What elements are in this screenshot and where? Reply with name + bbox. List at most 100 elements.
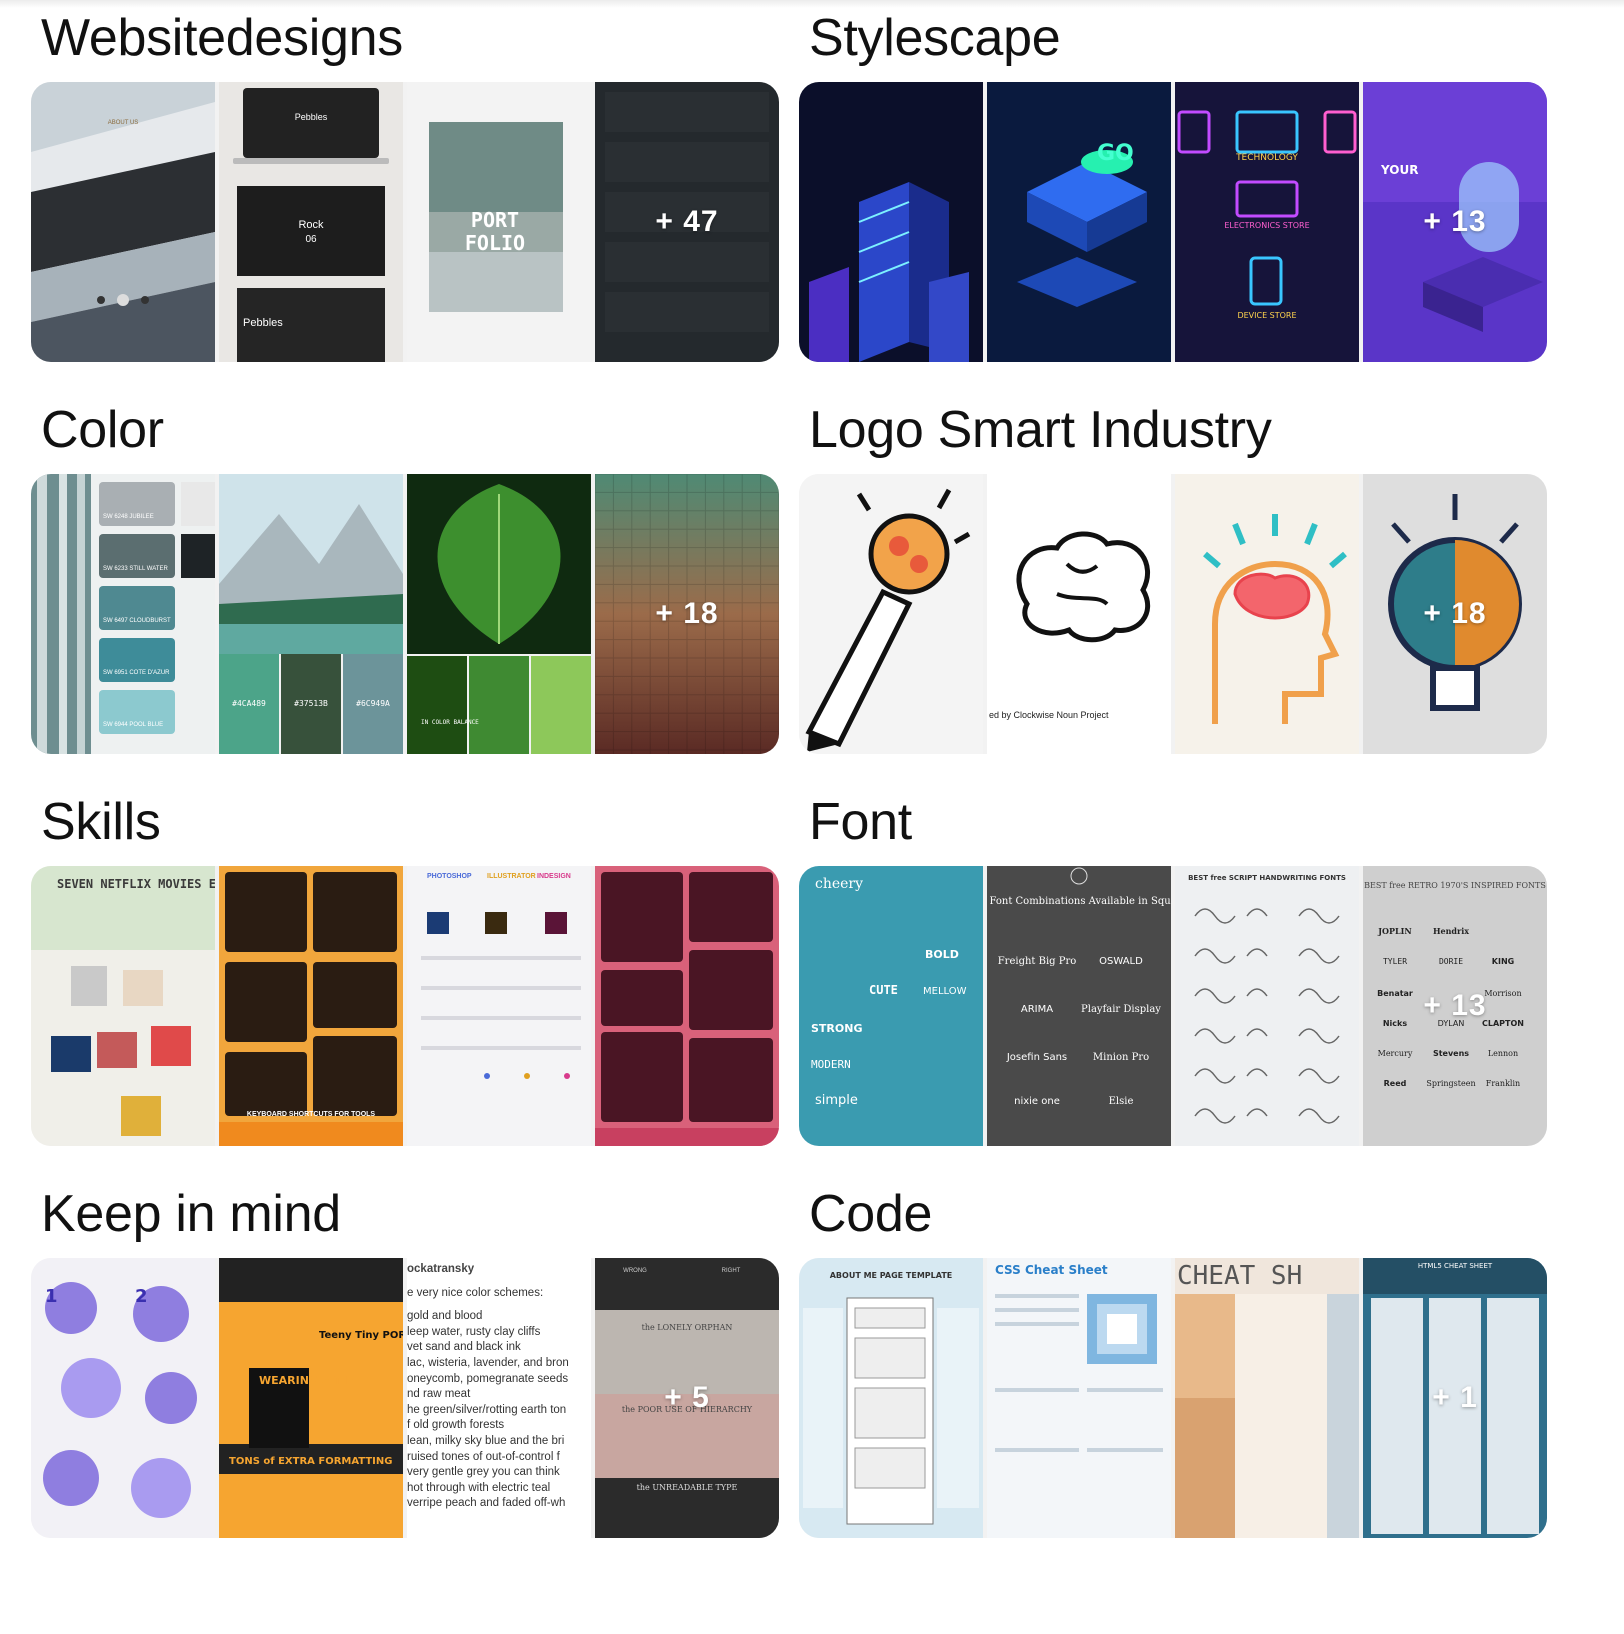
pin-thumbnail: KEYBOARD SHORTCUTS FOR TOOLS	[219, 866, 403, 1146]
pin-thumbnail: BEST free SCRIPT HANDWRITING FONTS	[1175, 866, 1359, 1146]
board-preview[interactable]: cheery BOLD CUTE MELLOW STRONG MODERN si…	[799, 866, 1547, 1146]
svg-text:SW 6248 JUBILEE: SW 6248 JUBILEE	[103, 514, 154, 520]
pin-thumbnail: ABOUT US	[31, 82, 215, 362]
pin-thumbnail: #4CA489 #37513B #6C949A	[219, 474, 403, 754]
board-title: Code	[809, 1185, 933, 1243]
svg-text:06: 06	[305, 234, 317, 245]
pin-thumbnail: CHEAT SH	[1175, 1258, 1359, 1538]
svg-text:WEARING A TIE: WEARING A TIE	[259, 1374, 353, 1387]
svg-text:Josefin Sans: Josefin Sans	[1006, 1052, 1067, 1063]
pin-thumbnail: CSS Cheat Sheet	[987, 1258, 1171, 1538]
board-title: Font	[809, 793, 912, 851]
svg-text:Teeny Tiny PORTFOLIO BOOKLETS!: Teeny Tiny PORTFOLIO BOOKLETS!	[319, 1330, 403, 1341]
pin-thumbnail: GO	[987, 82, 1171, 362]
svg-text:cheery: cheery	[815, 876, 863, 892]
pin-thumbnail: 1 2	[31, 1258, 215, 1538]
pin-thumbnail: Pebbles Rock 06 Pebbles	[219, 82, 403, 362]
pin-thumbnail	[799, 82, 983, 362]
svg-text:ILLUSTRATOR: ILLUSTRATOR	[487, 873, 536, 880]
svg-text:TECHNOLOGY: TECHNOLOGY	[1235, 153, 1298, 163]
board-card[interactable]: Websitedesigns ABOUT US Pebbles Rock 06 …	[31, 0, 779, 380]
svg-text:SEVEN NETFLIX MOVIES EVERY DES: SEVEN NETFLIX MOVIES EVERY DESIGNER SHOU…	[57, 877, 215, 891]
board-preview[interactable]: ABOUT US Pebbles Rock 06 Pebbles PORT FO…	[31, 82, 779, 362]
board-preview[interactable]: 1 2 WEARING A TIE Teeny Tiny PORTFOLIO B…	[31, 1258, 779, 1538]
svg-text:MELLOW: MELLOW	[923, 986, 967, 997]
svg-text:2: 2	[135, 1286, 148, 1307]
svg-text:FOLIO: FOLIO	[465, 231, 525, 255]
svg-text:nixie one: nixie one	[1014, 1096, 1060, 1107]
svg-text:INDESIGN: INDESIGN	[537, 873, 571, 880]
svg-text:ARIMA: ARIMA	[1021, 1004, 1053, 1015]
pin-thumbnail: TECHNOLOGY ELECTRONICS STORE DEVICE STOR…	[1175, 82, 1359, 362]
svg-text:SW 6497 CLOUDBURST: SW 6497 CLOUDBURST	[103, 618, 171, 624]
svg-text:PHOTOSHOP: PHOTOSHOP	[427, 873, 472, 880]
svg-text:CUTE: CUTE	[869, 983, 898, 997]
svg-text:Rock: Rock	[298, 219, 324, 231]
more-pins-count: + 13	[1423, 205, 1487, 238]
more-pins-count: + 1	[1432, 1381, 1478, 1414]
board-preview[interactable]: ABOUT ME PAGE TEMPLATE CSS Cheat Sheet C…	[799, 1258, 1547, 1538]
board-title: Stylescape	[809, 9, 1061, 67]
svg-text:GO: GO	[1097, 141, 1134, 166]
svg-text:ABOUT ME PAGE TEMPLATE: ABOUT ME PAGE TEMPLATE	[830, 1271, 953, 1280]
board-preview[interactable]: SEVEN NETFLIX MOVIES EVERY DESIGNER SHOU…	[31, 866, 779, 1146]
svg-text:MODERN: MODERN	[811, 1058, 851, 1071]
svg-text:TONS of EXTRA FORMATTING: TONS of EXTRA FORMATTING	[229, 1456, 392, 1467]
color-schemes-note: ockatransky e very nice color schemes: g…	[407, 1258, 591, 1538]
more-pins-count: + 5	[664, 1381, 710, 1414]
svg-text:CSS Cheat Sheet: CSS Cheat Sheet	[995, 1263, 1108, 1277]
board-title: Logo Smart Industry	[809, 401, 1272, 459]
board-card[interactable]: Skills SEVEN NETFLIX MOVIES EVERY DESIGN…	[31, 784, 779, 1164]
pin-thumbnail: ockatransky e very nice color schemes: g…	[407, 1258, 591, 1538]
board-card[interactable]: Stylescape GO TECHNOLOGY ELECTRONICS STO…	[799, 0, 1547, 380]
more-pins-count: + 18	[655, 597, 719, 630]
pin-thumbnail: cheery BOLD CUTE MELLOW STRONG MODERN si…	[799, 866, 983, 1146]
board-preview[interactable]: SW 6248 JUBILEE SW 6233 STILL WATER SW 6…	[31, 474, 779, 754]
svg-text:Elsie: Elsie	[1109, 1096, 1134, 1107]
board-card[interactable]: Font cheery BOLD CUTE MELLOW STRONG MODE…	[799, 784, 1547, 1164]
pin-thumbnail	[1175, 474, 1359, 754]
more-pins-count: + 47	[595, 82, 779, 362]
pin-thumbnail: ed by Clockwise Noun Project	[987, 474, 1171, 754]
board-title: Skills	[41, 793, 161, 851]
svg-text:KEYBOARD SHORTCUTS FOR TOOLS: KEYBOARD SHORTCUTS FOR TOOLS	[247, 1111, 376, 1118]
svg-text:STRONG: STRONG	[811, 1022, 862, 1035]
svg-text:PORT: PORT	[471, 208, 519, 232]
note-title: ockatransky	[407, 1263, 475, 1275]
svg-text:ELECTRONICS STORE: ELECTRONICS STORE	[1224, 221, 1309, 230]
board-preview[interactable]: GO TECHNOLOGY ELECTRONICS STORE DEVICE S…	[799, 82, 1547, 362]
svg-text:SW 6233 STILL WATER: SW 6233 STILL WATER	[103, 566, 168, 572]
svg-text:Pebbles: Pebbles	[295, 112, 328, 122]
svg-text:Minion Pro: Minion Pro	[1093, 1052, 1149, 1063]
board-preview[interactable]: ed by Clockwise Noun Project + 18	[799, 474, 1547, 754]
svg-text:CHEAT SH: CHEAT SH	[1177, 1261, 1302, 1291]
pin-thumbnail	[595, 866, 779, 1146]
svg-text:OSWALD: OSWALD	[1099, 956, 1143, 967]
board-title: Websitedesigns	[41, 9, 403, 67]
pin-thumbnail: SW 6248 JUBILEE SW 6233 STILL WATER SW 6…	[31, 474, 215, 754]
pin-thumbnail: SEVEN NETFLIX MOVIES EVERY DESIGNER SHOU…	[31, 866, 215, 1146]
board-card[interactable]: Color SW 6248 JUBILEE SW 6233 STILL WATE…	[31, 392, 779, 772]
svg-text:SW 6944 POOL BLUE: SW 6944 POOL BLUE	[103, 722, 163, 728]
svg-text:Freight Big Pro: Freight Big Pro	[998, 956, 1077, 967]
pin-thumbnail: PHOTOSHOP ILLUSTRATOR INDESIGN	[407, 866, 591, 1146]
svg-text:#37513B: #37513B	[294, 699, 328, 708]
more-pins-count: + 18	[1423, 597, 1487, 630]
pin-thumbnail: PORT FOLIO	[407, 82, 591, 362]
board-card[interactable]: Logo Smart Industry ed by Clockwise Noun…	[799, 392, 1547, 772]
board-card[interactable]: Keep in mind 1 2 WEARING A TIE Teeny Tin…	[31, 1176, 779, 1556]
svg-text:BOLD: BOLD	[925, 948, 959, 961]
board-card[interactable]: Code ABOUT ME PAGE TEMPLATE CSS Cheat Sh…	[799, 1176, 1547, 1556]
svg-text:ABOUT US: ABOUT US	[108, 120, 139, 126]
pin-thumbnail: The Best Font Combinations Available in …	[987, 866, 1171, 1146]
svg-text:SW 6951 COTE D'AZUR: SW 6951 COTE D'AZUR	[103, 670, 170, 676]
svg-text:simple: simple	[815, 1093, 858, 1108]
svg-text:#6C949A: #6C949A	[356, 699, 390, 708]
svg-text:The Best Font Combinations Ava: The Best Font Combinations Available in …	[987, 896, 1171, 907]
svg-text:#4CA489: #4CA489	[232, 699, 266, 708]
svg-text:Pebbles: Pebbles	[243, 317, 283, 329]
svg-text:BEST free SCRIPT HANDWRITING F: BEST free SCRIPT HANDWRITING FONTS	[1188, 874, 1346, 882]
pin-thumbnail: WEARING A TIE Teeny Tiny PORTFOLIO BOOKL…	[219, 1258, 403, 1538]
pin-thumbnail: ABOUT ME PAGE TEMPLATE	[799, 1258, 983, 1538]
board-title: Keep in mind	[41, 1185, 341, 1243]
